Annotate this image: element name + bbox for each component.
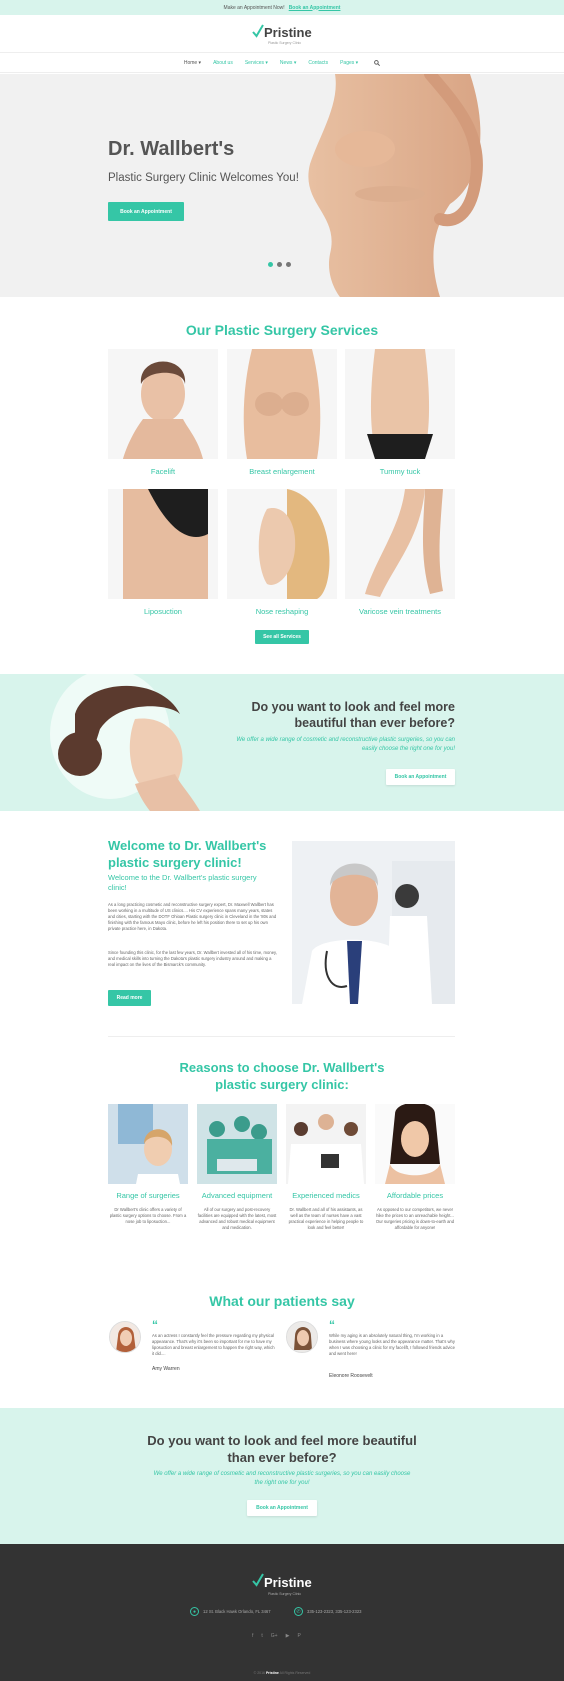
see-all-services-button[interactable]: See all Services [255, 630, 309, 644]
hero-subtitle: Plastic Surgery Clinic Welcomes You! [108, 172, 299, 184]
topbar-text: Make an Appointment Now! [223, 4, 285, 11]
reason-label: Affordable prices [386, 1191, 444, 1200]
header: Pristine Plastic Surgery Clinic [0, 15, 564, 53]
service-label[interactable]: Breast enlargement [227, 467, 337, 476]
reason-label: Experienced medics [292, 1191, 360, 1200]
promo-title: Do you want to look and feel more beauti… [251, 700, 456, 730]
service-label[interactable]: Tummy tuck [345, 467, 455, 476]
reasons-title: Reasons to choose Dr. Wallbert's plastic… [179, 1060, 385, 1092]
nav-contacts[interactable]: Contacts [308, 60, 328, 66]
welcome-paragraph-1: As a long practicing cosmetic and recons… [108, 902, 277, 931]
read-more-button[interactable]: Read more [108, 990, 151, 1006]
welcome-paragraph-2: Since founding this clinic, for the last… [108, 950, 277, 967]
cta-band: Do you want to look and feel more beauti… [0, 1408, 564, 1544]
main-nav: Home ▾ About us Services ▾ News ▾ Contac… [0, 53, 564, 73]
promo-appointment-button[interactable]: Book an Appointment [386, 769, 455, 785]
reason-image-prices [375, 1104, 455, 1184]
slider-dot[interactable] [277, 262, 282, 267]
reason-text: As opposed to our competitors, we never … [375, 1207, 455, 1230]
social-links: f t G+ ▶ P [252, 1633, 301, 1639]
promo-image [50, 674, 200, 811]
service-image-liposuction[interactable] [108, 489, 218, 599]
checkmark-logo-icon [252, 1573, 264, 1587]
reason-text: Dr. Wallbert and all of his assistants, … [288, 1207, 364, 1230]
topbar-appointment-link[interactable]: Book an Appointment [289, 5, 341, 11]
doctor-image [292, 841, 455, 1004]
map-pin-icon: ● [190, 1607, 199, 1616]
nav-news[interactable]: News ▾ [280, 60, 296, 66]
hero-slider: Dr. Wallbert's Plastic Surgery Clinic We… [0, 74, 564, 297]
slider-dot-active[interactable] [268, 262, 273, 267]
nav-services[interactable]: Services ▾ [245, 60, 268, 66]
avatar [109, 1321, 141, 1353]
copyright-rest: All Rights Reserved [279, 1671, 311, 1675]
service-image-breast[interactable] [227, 349, 337, 459]
testimonial-author: Eleonore Roosevelt [329, 1373, 373, 1379]
service-image-varicose[interactable] [345, 489, 455, 599]
top-bar: Make an Appointment Now! Book an Appoint… [0, 0, 564, 15]
promo-text: We offer a wide range of cosmetic and re… [236, 737, 455, 752]
google-plus-icon[interactable]: G+ [271, 1633, 278, 1639]
hero-appointment-button[interactable]: Book an Appointment [108, 202, 184, 221]
quote-icon: “ [152, 1318, 158, 1332]
footer: Pristine Plastic Surgery Clinic ● 12 St.… [0, 1544, 564, 1681]
welcome-subtitle: Welcome to the Dr. Wallbert's plastic su… [108, 873, 257, 892]
service-label[interactable]: Facelift [108, 467, 218, 476]
slider-dots [268, 262, 291, 267]
reason-text: All of our surgery and post-recovery fac… [197, 1207, 277, 1230]
pinterest-icon[interactable]: P [297, 1633, 300, 1639]
hero-title: Dr. Wallbert's [108, 138, 235, 160]
nav-about[interactable]: About us [213, 60, 233, 66]
promo-band: Do you want to look and feel more beauti… [0, 674, 564, 811]
reason-image-medics [286, 1104, 366, 1184]
reason-image-surgeries [108, 1104, 188, 1184]
service-image-facelift[interactable] [108, 349, 218, 459]
reason-label: Range of surgeries [116, 1191, 180, 1200]
youtube-icon[interactable]: ▶ [286, 1633, 290, 1639]
reason-text: Dr Wallbert's clinic offers a variety of… [109, 1207, 187, 1224]
logo-tagline: Plastic Surgery Clinic [268, 41, 302, 45]
nav-home[interactable]: Home ▾ [184, 60, 201, 66]
testimonial-text: While my aging is an absolutely natural … [329, 1333, 455, 1356]
twitter-icon[interactable]: t [261, 1633, 262, 1639]
service-label[interactable]: Varicose vein treatments [345, 607, 455, 616]
footer-phone: ✆ 335-123-2323, 335-123-2323 [294, 1607, 361, 1616]
cta-title: Do you want to look and feel more beauti… [147, 1433, 417, 1465]
footer-logo-tagline: Plastic Surgery Clinic [268, 1592, 302, 1596]
cta-appointment-button[interactable]: Book an Appointment [247, 1500, 317, 1516]
footer-logo-name: Pristine [264, 1575, 312, 1590]
nav-pages[interactable]: Pages ▾ [340, 60, 358, 66]
slider-dot[interactable] [286, 262, 291, 267]
testimonial-text: As an actress I constantly feel the pres… [152, 1333, 275, 1356]
testimonials-title: What our patients say [209, 1293, 355, 1309]
service-image-tummy[interactable] [345, 349, 455, 459]
copyright: © 2016 Pristine All Rights Reserved [253, 1671, 311, 1675]
checkmark-logo-icon [252, 24, 264, 38]
logo-name: Pristine [264, 25, 312, 40]
services-title: Our Plastic Surgery Services [185, 322, 379, 338]
quote-icon: “ [329, 1318, 335, 1332]
hero-image [308, 74, 483, 297]
search-icon[interactable] [374, 59, 381, 66]
testimonial-author: Amy Warren [152, 1366, 180, 1372]
reason-label: Advanced equipment [201, 1191, 273, 1200]
reason-image-equipment [197, 1104, 277, 1184]
phone-icon: ✆ [294, 1607, 303, 1616]
cta-text: We offer a wide range of cosmetic and re… [153, 1471, 411, 1486]
copyright-brand: Pristine [265, 1671, 279, 1675]
welcome-title: Welcome to Dr. Wallbert's plastic surger… [108, 838, 267, 870]
service-label[interactable]: Liposuction [108, 607, 218, 616]
service-image-nose[interactable] [227, 489, 337, 599]
avatar [286, 1321, 318, 1353]
service-label[interactable]: Nose reshaping [227, 607, 337, 616]
facebook-icon[interactable]: f [252, 1633, 253, 1639]
divider [108, 1036, 455, 1037]
footer-address: ● 12 St. Black Hawk Orlando, FL 3467 [190, 1607, 271, 1616]
